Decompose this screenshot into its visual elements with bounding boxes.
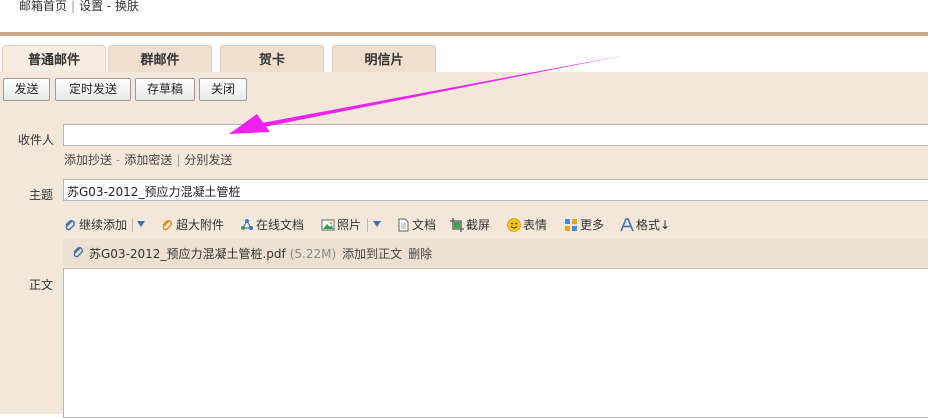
save-draft-button[interactable]: 存草稿 — [135, 78, 195, 101]
more-icon — [565, 219, 577, 231]
attachment-size: (5.22M) — [289, 247, 337, 261]
body-label: 正文 — [29, 278, 54, 292]
paperclip-icon — [162, 220, 172, 231]
body-editor[interactable] — [63, 268, 928, 418]
separate-send-link[interactable]: 分别发送 — [184, 153, 232, 167]
breadcrumb: 邮箱首页 | 设置 - 换肤 — [19, 0, 139, 14]
paperclip-icon — [73, 247, 83, 258]
recipient-label: 收件人 — [18, 133, 55, 147]
tool-divider — [367, 218, 368, 232]
breadcrumb-separator: | — [71, 0, 76, 13]
subject-input[interactable]: 苏G03-2012_预应力混凝土管桩 — [63, 179, 928, 201]
recipient-links: 添加抄送 - 添加密送 | 分别发送 — [64, 151, 232, 168]
add-cc-link[interactable]: 添加抄送 — [64, 153, 112, 167]
add-to-body-link[interactable]: 添加到正文 — [342, 247, 402, 261]
send-button[interactable]: 发送 — [3, 78, 50, 101]
link-separator: | — [176, 153, 181, 167]
breadcrumb-path[interactable]: 设置 - 换肤 — [79, 0, 139, 13]
tab-greeting-card[interactable]: 贺卡 — [220, 45, 324, 72]
attachment-name[interactable]: 苏G03-2012_预应力混凝土管桩.pdf — [89, 247, 286, 261]
online-doc-icon — [241, 219, 253, 230]
document-icon — [398, 218, 409, 232]
screenshot-icon — [450, 218, 464, 232]
delete-attachment-link[interactable]: 删除 — [408, 247, 432, 261]
compose-tabs: 普通邮件 群邮件 贺卡 明信片 — [0, 45, 928, 72]
paperclip-icon — [65, 220, 75, 231]
chevron-down-icon[interactable] — [373, 221, 381, 227]
chevron-down-icon[interactable] — [137, 221, 145, 227]
header-divider — [0, 32, 928, 36]
add-bcc-link[interactable]: 添加密送 — [124, 153, 172, 167]
subject-label: 主题 — [29, 188, 54, 202]
scheduled-send-button[interactable]: 定时发送 — [55, 78, 131, 101]
emoji-icon — [507, 218, 521, 232]
format-icon — [620, 218, 634, 232]
close-button[interactable]: 关闭 — [199, 78, 247, 101]
recipient-input[interactable] — [63, 124, 928, 146]
tab-normal-mail[interactable]: 普通邮件 — [2, 45, 106, 72]
link-separator: - — [116, 153, 121, 167]
subject-value: 苏G03-2012_预应力混凝土管桩 — [67, 185, 241, 199]
tab-postcard[interactable]: 明信片 — [332, 45, 436, 72]
photo-icon — [321, 219, 335, 231]
breadcrumb-home[interactable]: 邮箱首页 — [19, 0, 67, 13]
tab-group-mail[interactable]: 群邮件 — [108, 45, 212, 72]
attachment-item: 苏G03-2012_预应力混凝土管桩.pdf (5.22M) 添加到正文 删除 — [63, 239, 928, 266]
tool-divider — [132, 218, 133, 232]
